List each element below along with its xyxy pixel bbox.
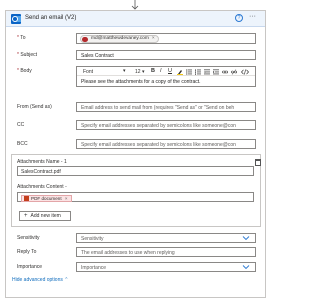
to-field[interactable]: md@matthewdevaney.com × bbox=[76, 33, 256, 44]
decrease-indent-icon[interactable] bbox=[204, 69, 210, 75]
importance-select[interactable]: Importance bbox=[76, 262, 256, 272]
body-editor[interactable]: Font ▾ 12 ▾ B I U Please see the attachm… bbox=[76, 66, 256, 87]
action-card: Send an email (V2) ? ··· * To md@matthew… bbox=[5, 10, 266, 298]
pdf-document-label: PDF document bbox=[31, 195, 62, 201]
code-view-icon[interactable] bbox=[241, 69, 249, 75]
attachment-name-label: Attachments Name - 1 bbox=[17, 159, 67, 165]
more-options-icon[interactable]: ··· bbox=[249, 13, 256, 20]
reply-to-field[interactable]: The email addresses to use when replying bbox=[76, 247, 256, 257]
body-text: Please see the attachments for a copy of… bbox=[81, 79, 201, 85]
bcc-placeholder: Specify email addresses separated by sem… bbox=[81, 142, 236, 148]
chevron-down-icon[interactable] bbox=[242, 235, 250, 241]
from-placeholder: Email address to send mail from (require… bbox=[81, 105, 235, 111]
flow-connector-arrow-icon bbox=[131, 0, 139, 10]
cc-placeholder: Specify email addresses separated by sem… bbox=[81, 123, 236, 129]
unlink-icon[interactable] bbox=[231, 69, 237, 75]
attachment-name-value: SalesContract.pdf bbox=[21, 169, 61, 175]
subject-field[interactable]: Sales Contract bbox=[76, 50, 256, 60]
avatar bbox=[82, 36, 88, 42]
from-field[interactable]: Email address to send mail from (require… bbox=[76, 102, 256, 112]
hide-advanced-options-link[interactable]: Hide advanced options ⌃ bbox=[12, 277, 68, 283]
delete-item-icon[interactable] bbox=[255, 159, 261, 166]
recipient-email: md@matthewdevaney.com bbox=[91, 36, 149, 41]
help-icon[interactable]: ? bbox=[235, 14, 243, 22]
font-caret-icon[interactable]: ▾ bbox=[123, 68, 126, 74]
sensitivity-placeholder: Sensitivity bbox=[81, 236, 104, 242]
action-card-header[interactable]: Send an email (V2) ? ··· bbox=[6, 11, 265, 27]
pdf-document-token[interactable]: PDF document × bbox=[21, 194, 72, 202]
reply-to-placeholder: The email addresses to use when replying bbox=[81, 250, 175, 256]
add-new-item-button[interactable]: + Add new item bbox=[19, 211, 71, 221]
outlook-icon bbox=[11, 14, 21, 24]
highlight-pen-icon[interactable] bbox=[177, 69, 183, 75]
chevron-up-icon: ⌃ bbox=[64, 277, 69, 283]
add-new-item-label: Add new item bbox=[30, 213, 61, 219]
reply-to-label: Reply To bbox=[17, 249, 37, 255]
remove-token-icon[interactable]: × bbox=[65, 196, 68, 201]
bcc-label: BCC bbox=[17, 141, 28, 147]
bulleted-list-icon[interactable] bbox=[186, 69, 192, 75]
sensitivity-label: Sensitivity bbox=[17, 235, 40, 241]
to-label: * To bbox=[17, 35, 26, 41]
attachment-name-field[interactable]: SalesContract.pdf bbox=[17, 166, 254, 176]
attachment-content-label: Attachments Content - bbox=[17, 184, 67, 190]
subject-value: Sales Contract bbox=[81, 53, 114, 59]
importance-placeholder: Importance bbox=[81, 265, 107, 271]
remove-recipient-icon[interactable]: × bbox=[152, 36, 155, 41]
action-title[interactable]: Send an email (V2) bbox=[25, 15, 76, 21]
bcc-field[interactable]: Specify email addresses separated by sem… bbox=[76, 139, 256, 149]
sensitivity-select[interactable]: Sensitivity bbox=[76, 233, 256, 243]
formatting-toolbar: Font ▾ 12 ▾ B I U bbox=[77, 67, 255, 76]
underline-button[interactable]: U bbox=[168, 68, 172, 74]
increase-indent-icon[interactable] bbox=[213, 69, 219, 75]
subject-label: * Subject bbox=[17, 52, 38, 58]
cc-label: CC bbox=[17, 122, 25, 128]
italic-button[interactable]: I bbox=[160, 68, 162, 74]
font-select[interactable]: Font bbox=[83, 69, 93, 75]
plus-icon: + bbox=[24, 213, 28, 219]
bold-button[interactable]: B bbox=[151, 68, 155, 74]
numbered-list-icon[interactable] bbox=[195, 69, 201, 75]
pdf-document-icon bbox=[23, 196, 29, 201]
attachments-group: Attachments Name - 1 SalesContract.pdf A… bbox=[11, 154, 261, 227]
attachment-content-field[interactable]: PDF document × bbox=[17, 192, 254, 202]
chevron-down-icon[interactable] bbox=[242, 264, 250, 270]
from-label: From (Send as) bbox=[17, 104, 52, 110]
font-size-select[interactable]: 12 ▾ bbox=[135, 69, 144, 75]
cc-field[interactable]: Specify email addresses separated by sem… bbox=[76, 120, 256, 130]
importance-label: Importance bbox=[17, 264, 43, 270]
body-label: * Body bbox=[17, 68, 32, 74]
recipient-chip[interactable]: md@matthewdevaney.com × bbox=[80, 35, 159, 43]
link-icon[interactable] bbox=[222, 69, 228, 75]
